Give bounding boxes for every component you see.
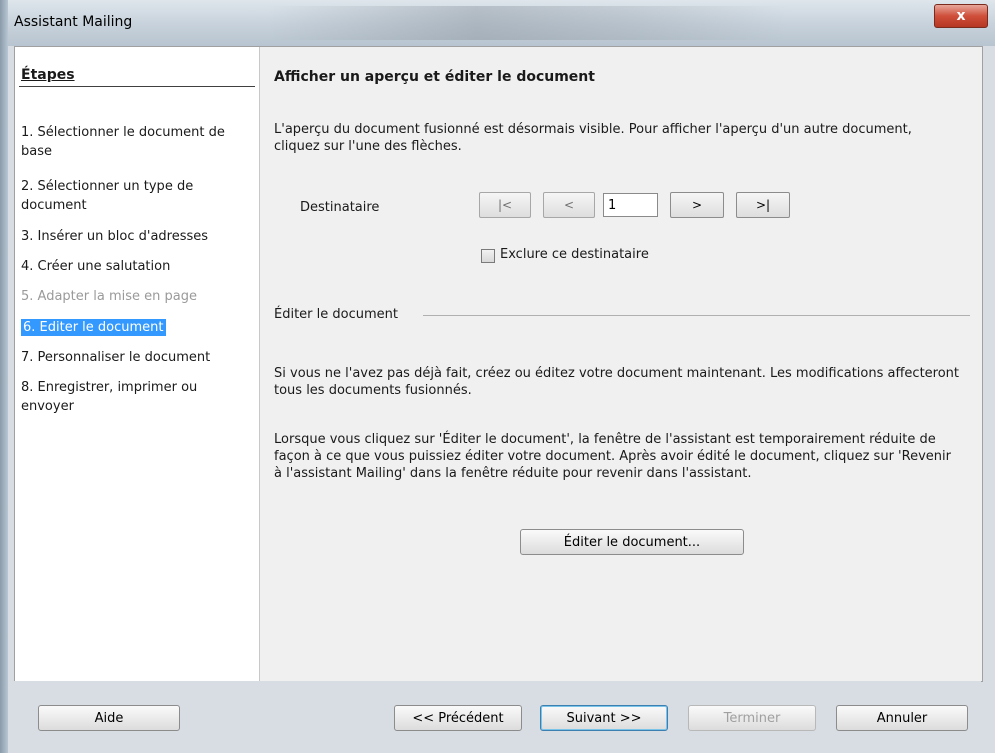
step-label: 3. Insérer un bloc d'adresses bbox=[21, 229, 209, 244]
first-icon: |< bbox=[497, 198, 513, 212]
help-button-label: Aide bbox=[94, 710, 124, 726]
recipient-label: Destinataire bbox=[300, 200, 380, 215]
title-bar[interactable]: Assistant Mailing x bbox=[8, 0, 995, 46]
edit-section-title: Éditer le document bbox=[274, 307, 398, 322]
steps-heading-divider bbox=[19, 86, 255, 87]
button-bar: Aide << Précédent Suivant >> Terminer An… bbox=[14, 681, 981, 753]
previous-button-label: << Précédent bbox=[412, 710, 504, 726]
previous-recipient-button[interactable]: < bbox=[543, 192, 595, 218]
step-label: 6. Editer le document bbox=[21, 319, 166, 336]
step-5: 5. Adapter la mise en page bbox=[21, 287, 249, 306]
step-label: 8. Enregistrer, imprimer ou envoyer bbox=[21, 380, 198, 414]
steps-heading: Étapes bbox=[21, 67, 75, 83]
exclude-recipient-checkbox[interactable] bbox=[481, 249, 495, 263]
title-bar-blur bbox=[268, 6, 788, 40]
cancel-button-label: Annuler bbox=[876, 710, 928, 726]
last-recipient-button[interactable]: >| bbox=[736, 192, 790, 218]
window-frame-left bbox=[0, 0, 8, 753]
next-button[interactable]: Suivant >> bbox=[540, 705, 668, 731]
step-2[interactable]: 2. Sélectionner un type de document bbox=[21, 177, 249, 215]
main-panel: Afficher un aperçu et éditer le document… bbox=[260, 47, 982, 681]
previous-button[interactable]: << Précédent bbox=[394, 705, 522, 731]
edit-document-button-label: Éditer le document... bbox=[563, 534, 701, 550]
step-label: 5. Adapter la mise en page bbox=[21, 289, 197, 304]
step-label: 4. Créer une salutation bbox=[21, 259, 171, 274]
edit-document-button[interactable]: Éditer le document... bbox=[520, 529, 744, 555]
edit-description: Si vous ne l'avez pas déjà fait, créez o… bbox=[274, 366, 960, 398]
help-button[interactable]: Aide bbox=[38, 705, 180, 731]
next-button-label: Suivant >> bbox=[566, 710, 642, 726]
previous-icon: < bbox=[563, 198, 575, 212]
step-1[interactable]: 1. Sélectionner le document de base bbox=[21, 123, 249, 161]
exclude-recipient-label[interactable]: Exclure ce destinataire bbox=[500, 247, 649, 262]
edit-instructions: Lorsque vous cliquez sur 'Éditer le docu… bbox=[274, 432, 951, 481]
intro-text: L'aperçu du document fusionné est désorm… bbox=[274, 122, 912, 154]
step-6[interactable]: 6. Editer le document bbox=[21, 318, 249, 337]
finish-button-label: Terminer bbox=[723, 710, 781, 726]
window-title: Assistant Mailing bbox=[14, 14, 133, 30]
next-icon: > bbox=[691, 198, 703, 212]
next-recipient-button[interactable]: > bbox=[670, 192, 724, 218]
step-4[interactable]: 4. Créer une salutation bbox=[21, 257, 249, 276]
close-icon: x bbox=[956, 8, 966, 24]
first-recipient-button[interactable]: |< bbox=[479, 192, 531, 218]
step-3[interactable]: 3. Insérer un bloc d'adresses bbox=[21, 227, 249, 246]
close-button[interactable]: x bbox=[934, 4, 988, 28]
step-label: 2. Sélectionner un type de document bbox=[21, 179, 194, 213]
step-label: 7. Personnaliser le document bbox=[21, 350, 211, 365]
steps-sidebar: Étapes 1. Sélectionner le document de ba… bbox=[15, 47, 260, 681]
step-8[interactable]: 8. Enregistrer, imprimer ou envoyer bbox=[21, 378, 249, 416]
last-icon: >| bbox=[755, 198, 771, 212]
cancel-button[interactable]: Annuler bbox=[836, 705, 968, 731]
page-title: Afficher un aperçu et éditer le document bbox=[274, 69, 595, 85]
step-label: 1. Sélectionner le document de base bbox=[21, 125, 225, 159]
edit-section-divider bbox=[423, 315, 970, 316]
finish-button: Terminer bbox=[688, 705, 816, 731]
step-7[interactable]: 7. Personnaliser le document bbox=[21, 348, 249, 367]
dialog-client-area: Étapes 1. Sélectionner le document de ba… bbox=[14, 46, 983, 682]
recipient-number-input[interactable] bbox=[603, 193, 658, 217]
